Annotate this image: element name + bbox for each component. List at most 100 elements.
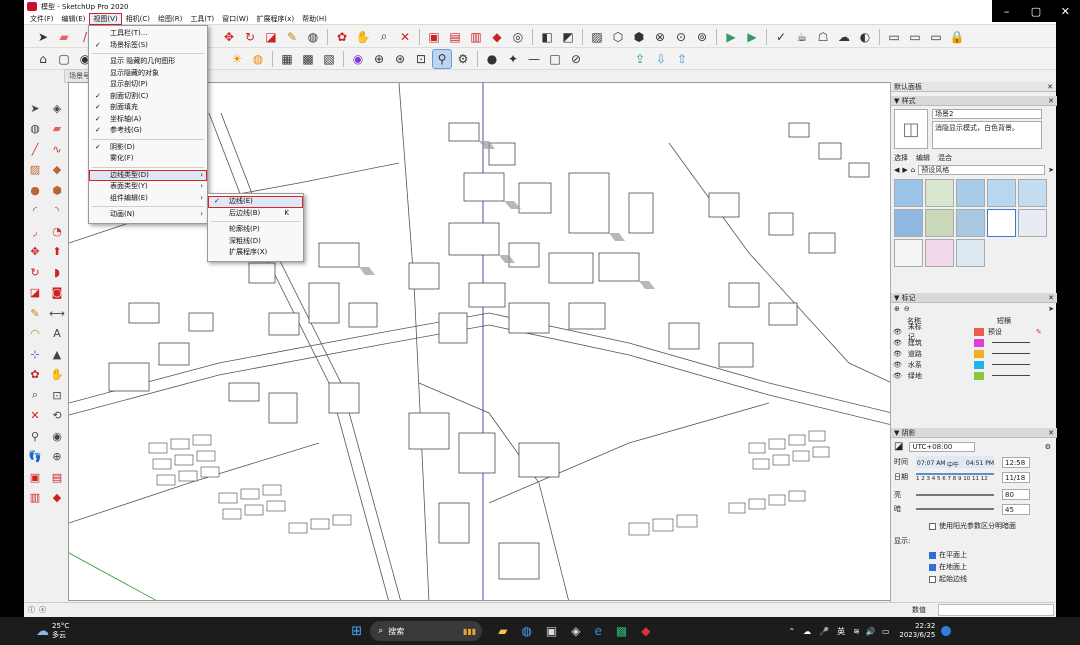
minimize-button[interactable]: – xyxy=(992,0,1021,22)
no-entry-icon[interactable]: ⊘ xyxy=(567,50,585,68)
tray-close-icon[interactable]: ✕ xyxy=(1047,83,1053,91)
visibility-eye-icon[interactable]: 👁 xyxy=(893,339,902,347)
style-thumb[interactable] xyxy=(894,239,923,267)
view-menu-item[interactable]: ✓ 剖面填充 xyxy=(89,102,207,114)
tab-select[interactable]: 选择 xyxy=(894,153,908,163)
time-input[interactable]: 12:58 xyxy=(1002,456,1030,468)
position-camera-tool-icon[interactable]: ⚲ xyxy=(26,427,44,445)
lock-icon[interactable]: 🔒 xyxy=(948,28,966,46)
dot-icon[interactable]: ● xyxy=(483,50,501,68)
layout-tool-icon[interactable]: ▥ xyxy=(26,489,44,507)
view-menu-item[interactable]: ✓ 坐标轴(A) xyxy=(89,114,207,126)
styles-icon[interactable]: ◐ xyxy=(856,28,874,46)
file-explorer-icon[interactable]: ▰ xyxy=(498,624,507,638)
ruby-icon[interactable]: ◆ xyxy=(48,489,66,507)
select-icon[interactable]: ➤ xyxy=(34,28,52,46)
style-thumb[interactable] xyxy=(894,179,923,207)
styles-header[interactable]: ▼ 样式 ✕ xyxy=(891,96,1057,106)
scale-tool-icon[interactable]: ◪ xyxy=(26,284,44,302)
visibility-eye-icon[interactable]: 👁 xyxy=(893,350,902,358)
menu-draw[interactable]: 绘图(R) xyxy=(154,13,186,25)
tag-color-swatch[interactable] xyxy=(973,360,984,369)
offset-tool-icon[interactable]: ◙ xyxy=(48,284,66,302)
edge-style-item[interactable]: 轮廓线(P) xyxy=(208,224,303,236)
import-icon[interactable]: ⇩ xyxy=(652,50,670,68)
zoom-tool-icon[interactable]: ⌕ xyxy=(26,386,44,404)
warehouse-icon[interactable]: ▣ xyxy=(425,28,443,46)
group-icon[interactable]: ▧ xyxy=(320,50,338,68)
share-component-icon[interactable]: ▤ xyxy=(48,468,66,486)
offset-icon[interactable]: ⊡ xyxy=(412,50,430,68)
menu-window[interactable]: 窗口(W) xyxy=(218,13,252,25)
forward-arrow-icon[interactable]: ▶ xyxy=(902,166,907,174)
sandbox-icon[interactable]: ◩ xyxy=(559,28,577,46)
scene-forward-icon[interactable]: ▶ xyxy=(722,28,740,46)
taskbar-search[interactable]: ⌕ 搜索 ▮▮▮ xyxy=(370,621,483,641)
measurements-input[interactable] xyxy=(938,604,1054,616)
back-arrow-icon[interactable]: ◀ xyxy=(894,166,899,174)
warehouse-tool-icon[interactable]: ▣ xyxy=(26,468,44,486)
tab-mix[interactable]: 混合 xyxy=(938,153,952,163)
orbit-tool-icon[interactable]: ✿ xyxy=(26,366,44,384)
box-icon[interactable]: ▢ xyxy=(55,50,73,68)
from-edges-checkbox[interactable] xyxy=(929,575,936,583)
tag-color-swatch[interactable] xyxy=(973,349,984,358)
window-icon[interactable]: ▭ xyxy=(885,28,903,46)
edge-style-item[interactable]: 后边线(B) K xyxy=(208,208,303,220)
tray-chevron-icon[interactable]: ⌃ xyxy=(788,627,795,636)
view-menu-item[interactable]: ✓ 剖面切割(C) xyxy=(89,91,207,103)
menu-view[interactable]: 视图(V) xyxy=(89,12,122,25)
visibility-eye-icon[interactable]: 👁 xyxy=(893,328,902,336)
menu-camera[interactable]: 相机(C) xyxy=(122,13,154,25)
rect-tool-icon[interactable]: ▨ xyxy=(26,161,44,179)
edit-tag-icon[interactable]: ✎ xyxy=(1036,328,1042,336)
teapot-icon[interactable]: ☕ xyxy=(793,28,811,46)
styles-close-icon[interactable]: ✕ xyxy=(1048,97,1054,105)
back-edges-icon[interactable]: ⬡ xyxy=(609,28,627,46)
notification-icon[interactable] xyxy=(941,626,952,636)
xray-icon[interactable]: ▨ xyxy=(588,28,606,46)
style-thumb[interactable] xyxy=(925,209,954,237)
freehand-icon[interactable]: ∿ xyxy=(48,140,66,158)
view-menu-item[interactable]: ✓ 场景标签(S) xyxy=(89,40,207,52)
wifi-icon[interactable]: ≋ xyxy=(853,627,860,636)
style-thumb[interactable] xyxy=(1018,209,1047,237)
share-icon[interactable]: ⇧ xyxy=(673,50,691,68)
rectangle-icon[interactable]: □ xyxy=(546,50,564,68)
pushpull-icon[interactable]: ⬆ xyxy=(48,243,66,261)
weather-icon[interactable]: ☁ xyxy=(36,624,49,639)
axes-icon[interactable]: ⊕ xyxy=(370,50,388,68)
dimension-icon[interactable]: ⟷ xyxy=(48,304,66,322)
wireframe-icon[interactable]: ⬢ xyxy=(630,28,648,46)
eraser-icon[interactable]: ▰ xyxy=(55,28,73,46)
follow-me-icon[interactable]: ⊛ xyxy=(391,50,409,68)
tag-row[interactable]: 👁 未标记 预设 ✎ xyxy=(891,323,1057,341)
edge-style-item[interactable]: 深粗线(D) xyxy=(208,236,303,248)
ie-icon[interactable]: e xyxy=(595,624,602,638)
tag-color-swatch[interactable] xyxy=(973,338,984,347)
tags-header[interactable]: ▼ 标记 ✕ xyxy=(891,293,1057,303)
volume-icon[interactable]: 🔊 xyxy=(866,627,876,636)
paint-tool-icon[interactable]: ◍ xyxy=(26,120,44,138)
style-thumb[interactable] xyxy=(956,209,985,237)
visibility-eye-icon[interactable]: 👁 xyxy=(893,372,902,380)
followme-tool-icon[interactable]: ◗ xyxy=(48,263,66,281)
shadows-header[interactable]: ▼ 阴影 ✕ xyxy=(891,428,1057,438)
tape-tool-icon[interactable]: ✎ xyxy=(26,304,44,322)
view-menu-item[interactable]: 动画(N) › xyxy=(89,209,207,221)
extension-manager-icon[interactable]: ◆ xyxy=(488,28,506,46)
polygon-icon[interactable]: ⬢ xyxy=(48,181,66,199)
edge-style-item[interactable]: 扩展程序(X) xyxy=(208,247,303,259)
zoom-window-icon[interactable]: ⊡ xyxy=(48,386,66,404)
view-menu-item[interactable]: 显示隐藏的对象 xyxy=(89,68,207,80)
pan-tool-icon[interactable]: ✋ xyxy=(48,366,66,384)
look-around-tool-icon[interactable]: ◉ xyxy=(48,427,66,445)
tag-row[interactable]: 👁 绿地 xyxy=(891,370,1057,381)
protractor-icon[interactable]: ◠ xyxy=(26,325,44,343)
menu-help[interactable]: 帮助(H) xyxy=(298,13,331,25)
move-tool-icon[interactable]: ✥ xyxy=(26,243,44,261)
export-icon[interactable]: ⇪ xyxy=(631,50,649,68)
menu-file[interactable]: 文件(F) xyxy=(26,13,58,25)
view-menu-item[interactable]: 组件编辑(E) › xyxy=(89,193,207,205)
style-thumb[interactable] xyxy=(925,179,954,207)
